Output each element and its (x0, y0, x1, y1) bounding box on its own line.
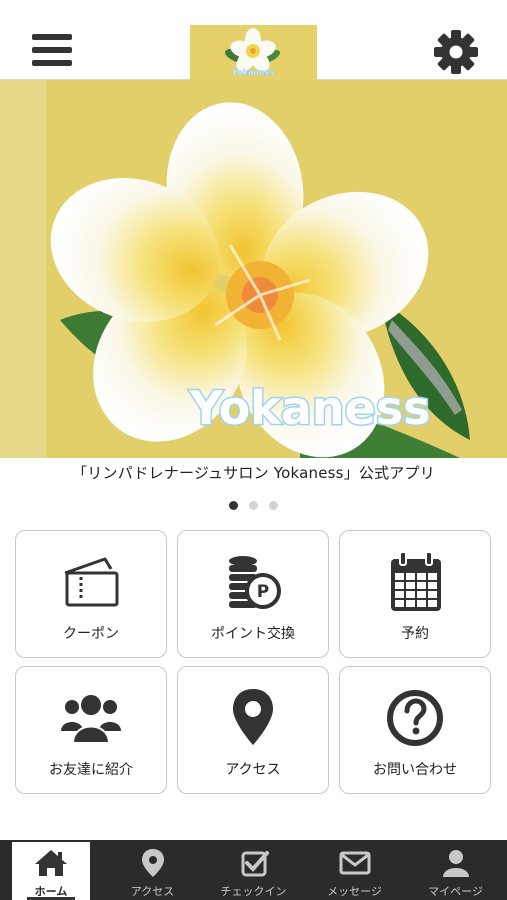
tile-label: 予約 (401, 626, 429, 642)
tab-checkin[interactable]: チェックイン (203, 840, 304, 900)
carousel-dot-1[interactable] (228, 501, 238, 510)
map-pin-icon (233, 689, 273, 745)
group-icon (61, 693, 121, 744)
carousel-dot-3[interactable] (269, 501, 279, 510)
hero-brand-text: Yokaness (188, 381, 430, 435)
tile-coupon[interactable]: クーポン (15, 530, 167, 658)
tab-label: マイページ (428, 885, 483, 898)
app-header: Yokaness (0, 0, 507, 80)
tile-refer-friend[interactable]: お友達に紹介 (15, 666, 167, 794)
logo-text: Yokaness (231, 68, 274, 77)
map-pin-icon (141, 849, 164, 877)
tile-reservation[interactable]: 予約 (339, 530, 491, 658)
bottom-tab-bar: ホーム アクセス チェックイン メッセージ マイページ (0, 840, 507, 900)
tab-label: アクセス (130, 885, 175, 898)
tab-message[interactable]: メッセージ (304, 840, 405, 900)
tab-access[interactable]: アクセス (102, 840, 203, 900)
settings-gear-icon[interactable] (432, 28, 480, 76)
carousel-dot-2[interactable] (249, 501, 258, 510)
home-icon (35, 850, 67, 876)
tab-label: メッセージ (327, 885, 382, 898)
tab-mypage[interactable]: マイページ (405, 840, 506, 900)
tile-access[interactable]: アクセス (177, 666, 329, 794)
mail-icon (339, 851, 370, 875)
app-logo[interactable]: Yokaness (190, 25, 317, 80)
tile-label: アクセス (225, 762, 281, 778)
hero-caption: 「リンパドレナージュサロン Yokaness」公式アプリ (72, 464, 435, 482)
tile-points[interactable]: P ポイント交換 (177, 530, 329, 658)
tile-label: ポイント交換 (211, 626, 295, 642)
tab-label: チェックイン (220, 885, 287, 898)
user-icon (442, 850, 469, 877)
hamburger-menu-icon[interactable] (28, 30, 74, 70)
tile-label: クーポン (63, 626, 119, 642)
app-screen: Yokaness Yokaness 「リンパドレナージュサロン Yokaness… (0, 0, 507, 900)
tile-label: お問い合わせ (373, 762, 457, 778)
checkin-icon (241, 851, 269, 877)
ticket-icon (64, 557, 119, 607)
tile-label: お友達に紹介 (49, 762, 133, 778)
hero-banner-image[interactable]: Yokaness (0, 80, 507, 458)
question-icon (387, 690, 443, 746)
svg-text:P: P (257, 582, 269, 602)
tab-home[interactable]: ホーム (12, 842, 90, 900)
coins-icon: P (229, 556, 281, 609)
carousel-pagination (0, 495, 507, 510)
calendar-icon (391, 551, 441, 611)
tile-contact[interactable]: お問い合わせ (339, 666, 491, 794)
